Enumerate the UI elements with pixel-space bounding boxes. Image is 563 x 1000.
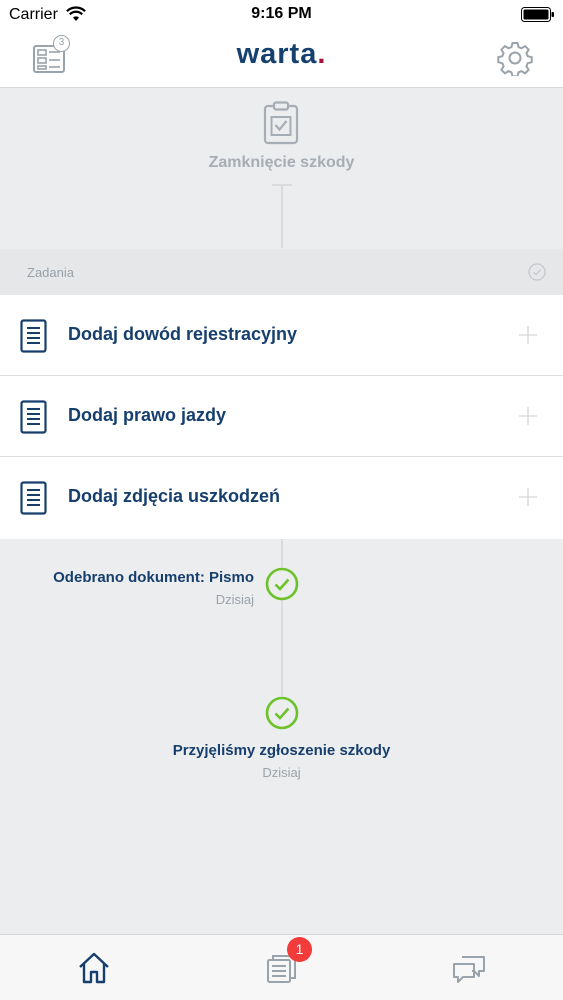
task-label: Dodaj dowód rejestracyjny [68, 324, 298, 344]
document-icon [20, 400, 47, 434]
app-header: 3 warta. [0, 30, 563, 88]
add-icon[interactable] [519, 488, 537, 506]
task-label: Dodaj zdjęcia uszkodzeń [68, 486, 281, 506]
battery-icon [521, 7, 554, 22]
home-icon [79, 952, 109, 984]
add-icon[interactable] [519, 407, 537, 425]
nav-messages[interactable] [423, 935, 513, 1000]
event-date: Dzisiaj [215, 592, 254, 607]
document-icon [20, 319, 47, 353]
logo-dot: . [317, 38, 327, 70]
current-step: Zamknięcie szkody [0, 88, 563, 248]
warta-logo: warta. [0, 38, 563, 71]
nav-home[interactable] [48, 935, 138, 1000]
task-row-driving-license[interactable]: Dodaj prawo jazdy [0, 376, 563, 457]
task-label: Dodaj prawo jazdy [68, 405, 227, 425]
logo-text: warta [236, 38, 318, 70]
clock: 9:16 PM [251, 5, 312, 22]
gear-icon[interactable] [497, 40, 533, 76]
task-row-registration[interactable]: Dodaj dowód rejestracyjny [0, 295, 563, 376]
timeline-connector-tick [272, 184, 292, 186]
bottom-nav [0, 934, 563, 1000]
status-bar: Carrier 9:16 PM [0, 0, 563, 30]
event-title: Odebrano dokument: Pismo [53, 569, 254, 586]
chat-icon [453, 956, 485, 983]
check-circle-icon [528, 263, 546, 281]
document-icon [20, 481, 47, 515]
event-date: Dzisiaj [262, 765, 301, 780]
task-row-damage-photos[interactable]: Dodaj zdjęcia uszkodzeń [0, 457, 563, 539]
clipboard-check-icon [263, 101, 299, 145]
timeline-connector [281, 600, 283, 696]
step-title: Zamknięcie szkody [208, 154, 355, 171]
nav-documents[interactable] [236, 935, 326, 1000]
timeline-connector [281, 185, 283, 248]
check-circle-icon [265, 696, 299, 730]
timeline-connector [281, 539, 283, 567]
tasks-label: Zadania [27, 265, 74, 280]
add-icon[interactable] [519, 326, 537, 344]
check-circle-icon [265, 567, 299, 601]
tasks-header: Zadania [0, 249, 563, 295]
documents-badge: 1 [287, 937, 312, 962]
event-title: Przyjęliśmy zgłoszenie szkody [172, 742, 391, 759]
